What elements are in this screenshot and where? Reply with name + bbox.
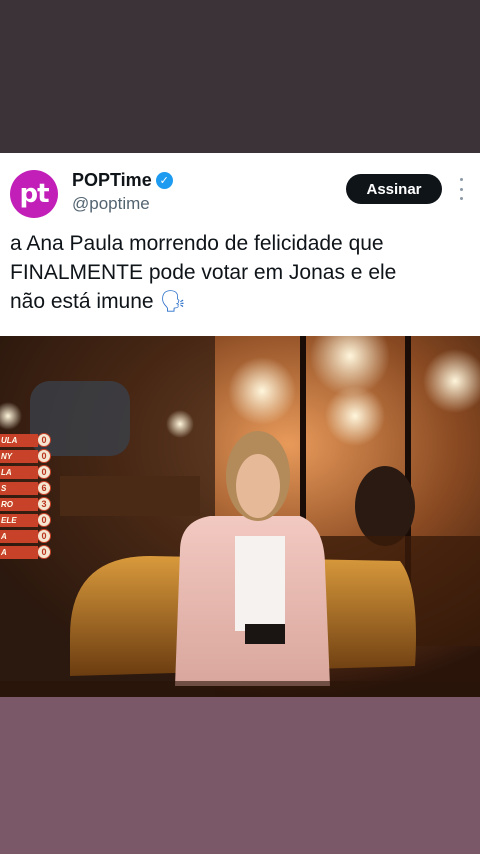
- subscribe-button[interactable]: Assinar: [346, 174, 442, 204]
- scoreboard-row: LA 0: [0, 464, 54, 480]
- more-options-icon[interactable]: [454, 178, 468, 200]
- tweet-text-line-1: a Ana Paula morrendo de felicidade que: [10, 232, 384, 255]
- scoreboard-name: S: [0, 481, 38, 495]
- scoreboard-score: 0: [37, 433, 51, 447]
- author-name-row[interactable]: POPTime ✓: [72, 170, 173, 191]
- bottom-background: [0, 697, 480, 854]
- scoreboard-score: 3: [37, 497, 51, 511]
- scoreboard: ULA 0 NY 0 LA 0 S6 RO 3 ELE 0 A0 A0: [0, 432, 54, 560]
- scoreboard-row: S6: [0, 480, 54, 496]
- scoreboard-row: A0: [0, 528, 54, 544]
- speaking-head-emoji: 🗣: [159, 290, 187, 313]
- scoreboard-score: 6: [37, 481, 51, 495]
- scoreboard-row: NY 0: [0, 448, 54, 464]
- author-name[interactable]: POPTime: [72, 170, 152, 191]
- scoreboard-score: 0: [37, 545, 51, 559]
- scoreboard-name: ULA: [0, 433, 38, 447]
- scoreboard-name: RO: [0, 497, 38, 511]
- scoreboard-name: ELE: [0, 513, 38, 527]
- tweet-text-line-2: FINALMENTE pode votar em Jonas e ele: [10, 261, 397, 284]
- scoreboard-name: A: [0, 545, 38, 559]
- scoreboard-score: 0: [37, 529, 51, 543]
- scoreboard-score: 0: [37, 513, 51, 527]
- video-frame-illustration: [0, 336, 480, 697]
- scoreboard-name: NY: [0, 449, 38, 463]
- scoreboard-row: RO 3: [0, 496, 54, 512]
- scoreboard-score: 0: [37, 465, 51, 479]
- scoreboard-name: LA: [0, 465, 38, 479]
- tweet-text-line-3: não está imune 🗣: [10, 287, 470, 316]
- avatar-text: pt: [19, 179, 49, 209]
- scoreboard-name: A: [0, 529, 38, 543]
- scoreboard-row: ELE 0: [0, 512, 54, 528]
- author-handle[interactable]: @poptime: [72, 194, 150, 214]
- avatar[interactable]: pt: [10, 170, 58, 218]
- tweet-text-line-3-text: não está imune: [10, 290, 154, 313]
- scoreboard-row: A0: [0, 544, 54, 560]
- verified-badge-icon: ✓: [155, 172, 173, 189]
- top-background: [0, 0, 480, 153]
- tweet-text: a Ana Paula morrendo de felicidade que F…: [10, 229, 470, 316]
- video-media[interactable]: ULA 0 NY 0 LA 0 S6 RO 3 ELE 0 A0 A0: [0, 336, 480, 697]
- scoreboard-score: 0: [37, 449, 51, 463]
- scoreboard-row: ULA 0: [0, 432, 54, 448]
